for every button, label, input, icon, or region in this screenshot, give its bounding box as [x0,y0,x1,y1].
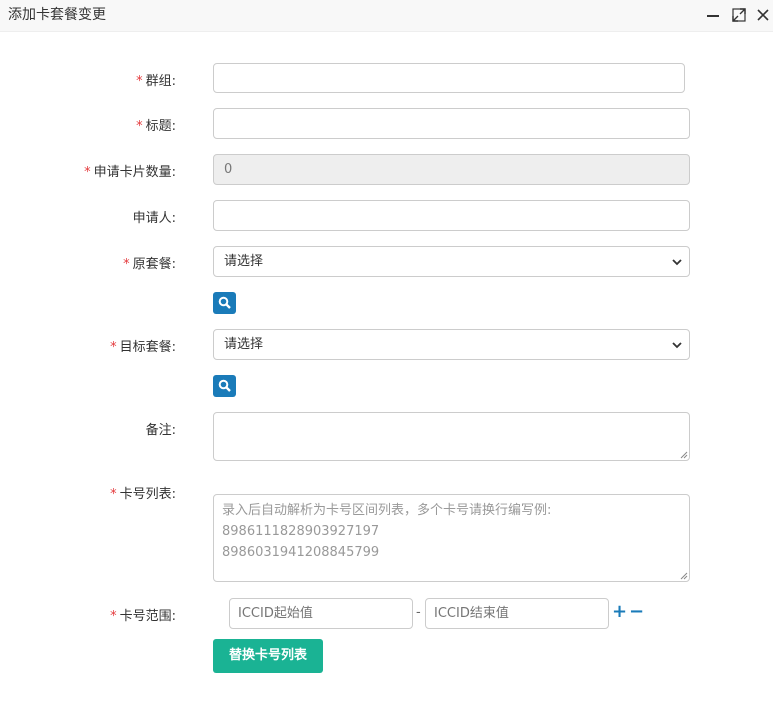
title-label: * 标题: [136,115,176,134]
close-icon[interactable] [755,7,771,23]
card-range-label: * 卡号范围: [110,605,176,624]
required-mark: * [110,487,117,502]
target-plan-label-text: 目标套餐: [119,340,176,355]
orig-plan-label: * 原套餐: [123,253,176,272]
minus-icon[interactable]: − [629,603,644,621]
chevron-down-icon [672,342,682,349]
orig-plan-label-text: 原套餐: [132,257,176,272]
card-list-label-text: 卡号列表: [119,487,176,502]
required-mark: * [110,340,117,355]
required-mark: * [136,119,143,134]
required-mark: * [84,165,91,180]
applicant-input[interactable] [213,200,690,231]
group-label-text: 群组: [145,74,176,89]
iccid-start-input[interactable] [229,598,413,629]
required-mark: * [110,609,117,624]
remark-label-text: 备注: [145,423,176,438]
maximize-icon[interactable] [731,7,747,23]
title-input[interactable] [213,108,690,139]
card-count-input [213,154,690,185]
group-input[interactable] [213,63,685,93]
chevron-down-icon [672,259,682,266]
orig-plan-search-button[interactable] [213,292,236,314]
target-plan-label: * 目标套餐: [110,336,176,355]
group-label: * 群组: [136,70,176,89]
card-count-label-text: 申请卡片数量: [93,165,176,180]
minimize-icon[interactable] [705,7,721,23]
card-count-label: * 申请卡片数量: [84,161,176,180]
dialog-titlebar: 添加卡套餐变更 [0,0,773,32]
range-separator: - [416,605,421,620]
plus-icon[interactable]: + [612,603,627,621]
replace-card-list-button[interactable]: 替换卡号列表 [213,639,323,673]
card-range-label-text: 卡号范围: [119,609,176,624]
card-list-label: * 卡号列表: [110,483,176,502]
orig-plan-selected: 请选择 [224,254,264,269]
card-list-placeholder: 录入后自动解析为卡号区间列表，多个卡号请换行编写例: 8986111828903… [222,503,552,560]
search-icon [218,379,231,392]
applicant-label: 申请人: [133,207,176,226]
remark-textarea[interactable] [213,412,690,461]
search-icon [218,296,231,309]
required-mark: * [123,257,130,272]
title-label-text: 标题: [145,119,176,134]
card-list-textarea[interactable]: 录入后自动解析为卡号区间列表，多个卡号请换行编写例: 8986111828903… [213,494,690,582]
remark-label: 备注: [146,419,176,438]
resize-grip-icon[interactable] [680,451,688,459]
target-plan-select[interactable]: 请选择 [213,329,690,360]
iccid-end-input[interactable] [425,598,609,629]
orig-plan-select[interactable]: 请选择 [213,246,690,277]
target-plan-selected: 请选择 [224,337,264,352]
applicant-label-text: 申请人: [132,211,176,226]
dialog-title: 添加卡套餐变更 [8,7,106,23]
target-plan-search-button[interactable] [213,375,236,397]
required-mark: * [136,74,143,89]
resize-grip-icon[interactable] [680,572,688,580]
